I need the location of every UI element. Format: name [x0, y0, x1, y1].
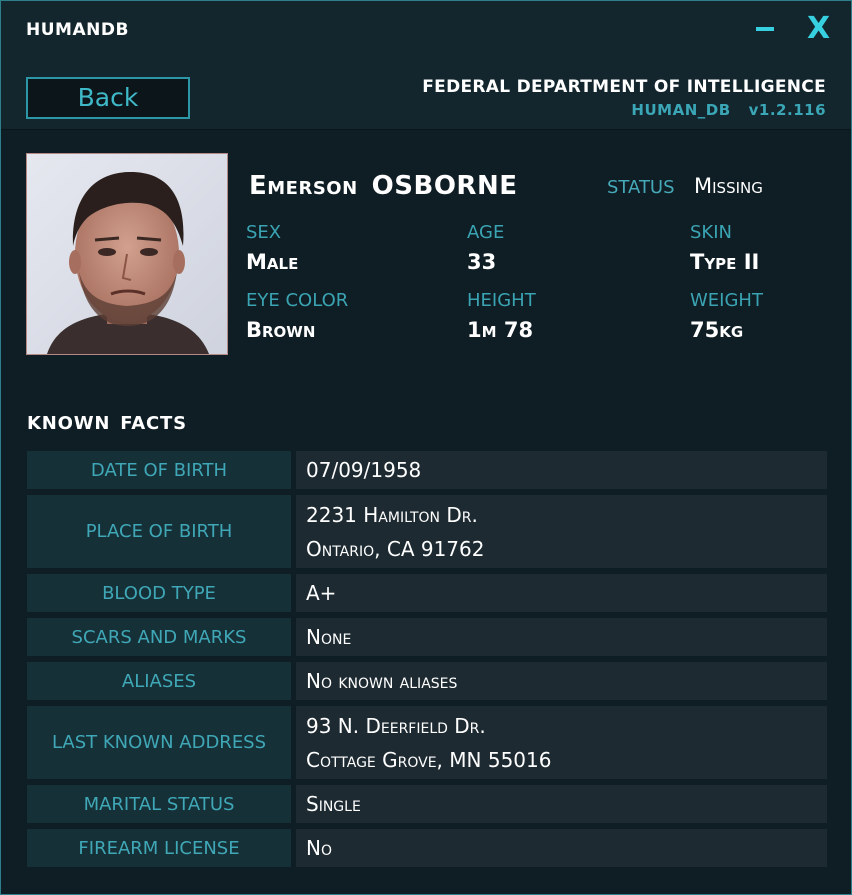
fact-label: BLOOD TYPE [27, 574, 291, 612]
person-name: Emerson OSBORNE [249, 171, 517, 201]
fact-value: No [296, 829, 827, 867]
close-icon: X [807, 11, 831, 46]
humandb-window: HUMANDB X Back FEDERAL DEPARTMENT OF INT… [0, 0, 852, 895]
title-bar[interactable]: HUMANDB X [1, 1, 851, 59]
fact-value-line: Single [306, 792, 361, 816]
first-name: Emerson [249, 171, 358, 201]
facts-row-place-of-birth: PLACE OF BIRTH 2231 Hamilton Dr. Ontario… [27, 495, 827, 568]
fact-label: ALIASES [27, 662, 291, 700]
height-label: HEIGHT [467, 290, 536, 311]
facts-row-blood-type: BLOOD TYPE A+ [27, 574, 827, 612]
sex-value: Male [246, 250, 299, 274]
eye-color-value: Brown [246, 318, 316, 342]
facts-row-firearm-license: FIREARM LICENSE No [27, 829, 827, 867]
db-name: HUMAN_DB [631, 101, 731, 119]
fact-value-line: None [306, 625, 352, 649]
facts-row-aliases: ALIASES No known aliases [27, 662, 827, 700]
fact-label: SCARS AND MARKS [27, 618, 291, 656]
header-bar: Back FEDERAL DEPARTMENT OF INTELLIGENCE … [1, 59, 851, 130]
status-label: STATUS [607, 177, 675, 198]
fact-value: 07/09/1958 [296, 451, 827, 489]
height-value: 1m 78 [467, 318, 534, 342]
facts-row-last-known-address: LAST KNOWN ADDRESS 93 N. Deerfield Dr. C… [27, 706, 827, 779]
facts-row-marital-status: MARITAL STATUS Single [27, 785, 827, 823]
fact-value-line: 93 N. Deerfield Dr. [306, 713, 486, 738]
status-value: Missing [694, 174, 763, 198]
back-button[interactable]: Back [26, 77, 190, 119]
fact-label: MARITAL STATUS [27, 785, 291, 823]
skin-value: Type II [690, 250, 760, 274]
fact-value: A+ [296, 574, 827, 612]
version-info: HUMAN_DB v1.2.116 [613, 101, 826, 119]
close-button[interactable]: X [807, 11, 830, 47]
last-name: OSBORNE [371, 171, 518, 201]
app-title: HUMANDB [26, 20, 129, 40]
portrait-image [27, 154, 227, 354]
known-facts-heading: KNOWN FACTS [27, 413, 187, 434]
weight-value: 75kg [690, 318, 744, 342]
fact-value-line: Ontario, CA 91762 [306, 536, 485, 561]
sex-label: SEX [246, 222, 282, 243]
fact-value: Single [296, 785, 827, 823]
facts-row-scars-and-marks: SCARS AND MARKS None [27, 618, 827, 656]
age-value: 33 [467, 250, 497, 274]
fact-label: LAST KNOWN ADDRESS [27, 706, 291, 779]
known-facts-heading-word-1: KNOWN [27, 413, 111, 434]
profile-photo [26, 153, 228, 355]
minimize-button[interactable] [756, 11, 774, 31]
skin-label: SKIN [690, 222, 733, 243]
fact-value-line: 2231 Hamilton Dr. [306, 502, 478, 527]
age-label: AGE [467, 222, 505, 243]
fact-label: DATE OF BIRTH [27, 451, 291, 489]
fact-value: 2231 Hamilton Dr. Ontario, CA 91762 [296, 495, 827, 568]
fact-value-line: A+ [306, 581, 337, 605]
weight-label: WEIGHT [690, 290, 763, 311]
fact-value: No known aliases [296, 662, 827, 700]
fact-value-line: No [306, 836, 332, 860]
fact-value-line: 07/09/1958 [306, 458, 422, 482]
fact-label: PLACE OF BIRTH [27, 495, 291, 568]
facts-row-date-of-birth: DATE OF BIRTH 07/09/1958 [27, 451, 827, 489]
minimize-icon [756, 27, 774, 31]
fact-value: 93 N. Deerfield Dr. Cottage Grove, MN 55… [296, 706, 827, 779]
eye-color-label: EYE COLOR [246, 290, 349, 311]
fact-label: FIREARM LICENSE [27, 829, 291, 867]
fact-value: None [296, 618, 827, 656]
fact-value-line: No known aliases [306, 669, 458, 693]
version-number: v1.2.116 [748, 101, 826, 119]
fact-value-line: Cottage Grove, MN 55016 [306, 747, 552, 772]
known-facts-heading-word-2: FACTS [120, 413, 187, 434]
agency-name: FEDERAL DEPARTMENT OF INTELLIGENCE [422, 77, 826, 97]
